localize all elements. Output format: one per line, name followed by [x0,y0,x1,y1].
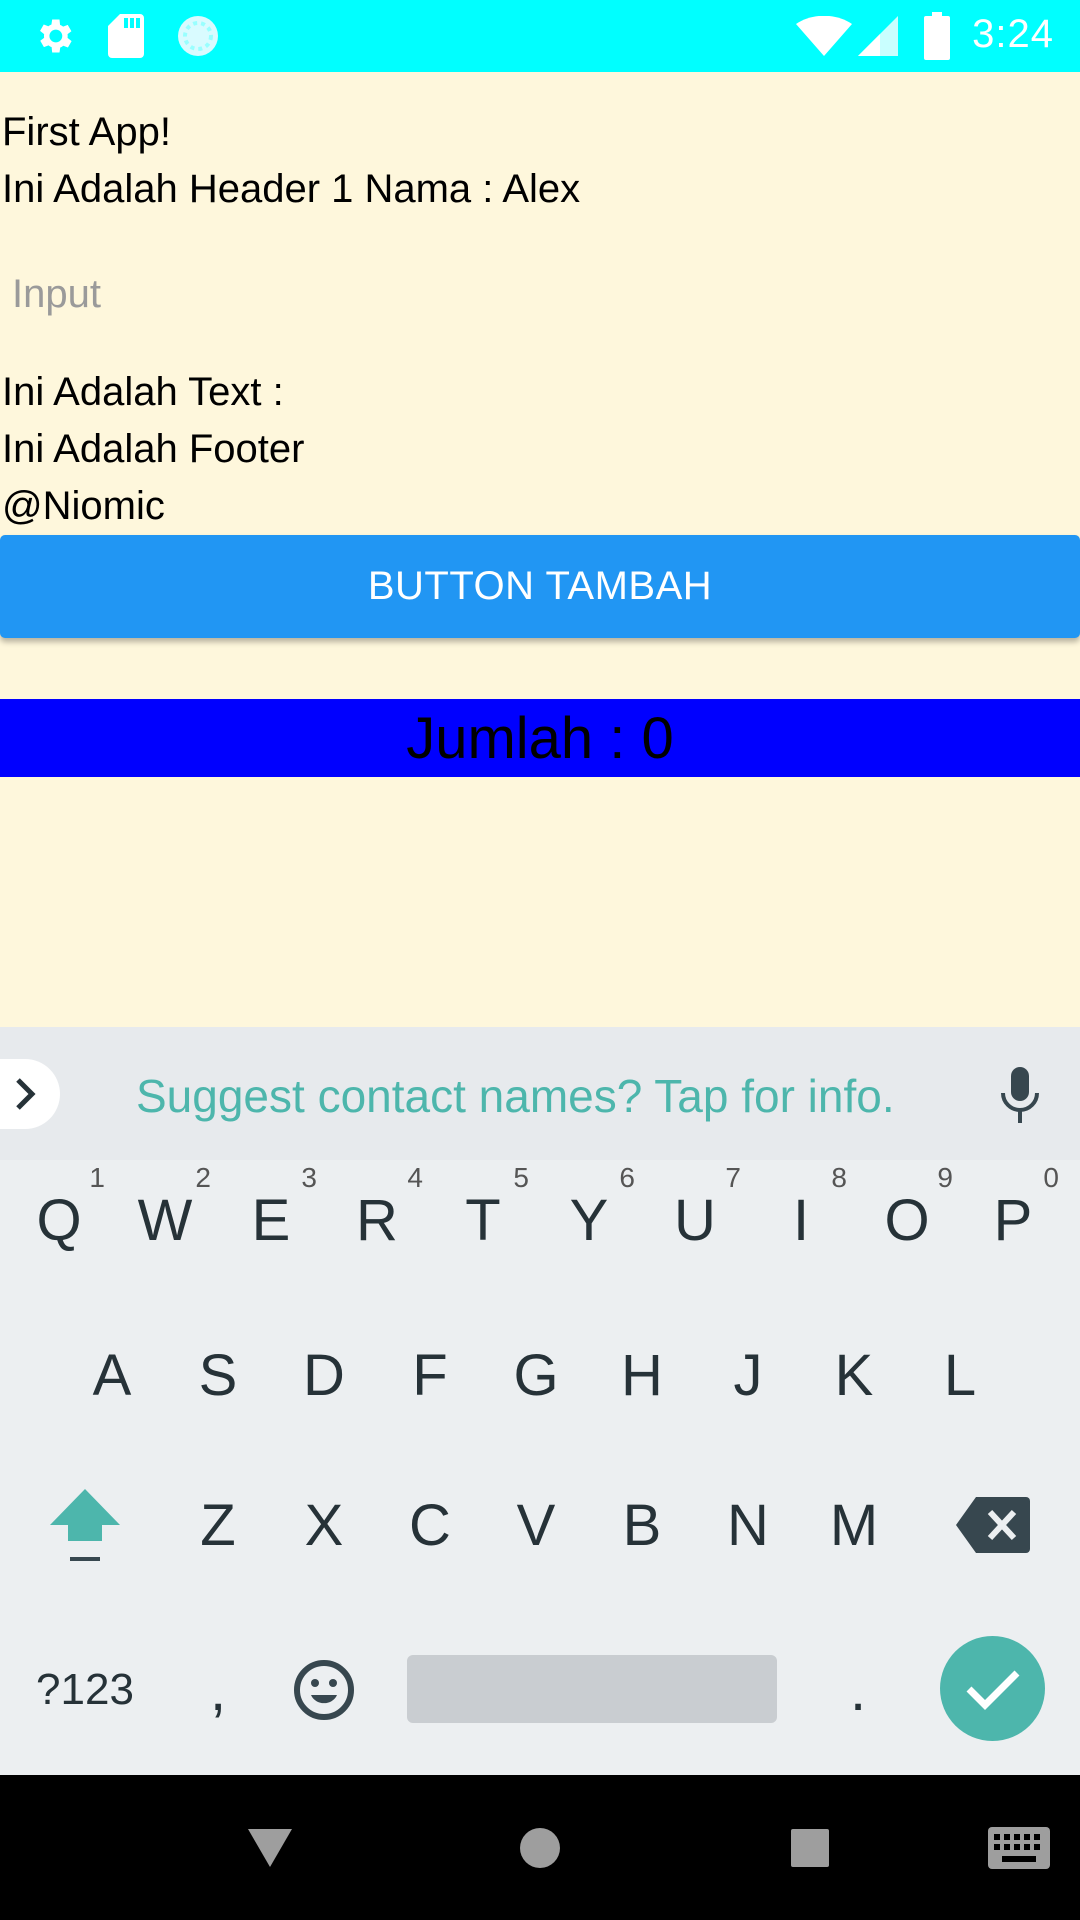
key-hint: 2 [195,1162,211,1193]
header-text: Ini Adalah Header 1 Nama : Alex [2,167,581,211]
suggestion-text[interactable]: Suggest contact names? Tap for info. [136,1069,895,1123]
key-i[interactable]: I8 [751,1160,851,1280]
key-label: P [993,1187,1033,1253]
key-h[interactable]: H [592,1315,692,1435]
credit-text: @Niomic [2,484,165,528]
counter-bar: Jumlah : 0 [0,699,1080,777]
key-label: I [792,1187,810,1253]
key-t[interactable]: T5 [433,1160,533,1280]
key-label: T [465,1187,501,1253]
key-s[interactable]: S [168,1315,268,1435]
status-time: 3:24 [972,12,1054,56]
key-label: Y [569,1187,609,1253]
back-icon[interactable] [248,1829,292,1869]
keyboard: Q1 W2 E3 R4 T5 Y6 U7 I8 O9 P0 A S D F G … [0,1160,1080,1775]
key-b[interactable]: B [592,1465,692,1585]
key-a[interactable]: A [62,1315,162,1435]
counter-text: Jumlah : 0 [406,705,674,771]
comma-key[interactable]: , [168,1630,268,1750]
key-label: U [674,1187,716,1253]
symbols-key[interactable]: ?123 [35,1630,135,1750]
settings-icon [40,19,72,53]
key-label: Q [36,1187,82,1253]
key-c[interactable]: C [380,1465,480,1585]
text-input[interactable] [12,258,1062,330]
key-r[interactable]: R4 [327,1160,427,1280]
chevron-right-icon [16,1078,36,1110]
sd-card-icon [108,14,144,58]
app-title: First App! [2,110,171,154]
home-icon[interactable] [519,1827,561,1869]
keyboard-switch-icon[interactable] [988,1827,1050,1869]
key-y[interactable]: Y6 [539,1160,639,1280]
keyboard-suggestion-bar: Suggest contact names? Tap for info. [0,1027,1080,1160]
tambah-button[interactable]: BUTTON TAMBAH [0,535,1080,638]
key-e[interactable]: E3 [221,1160,321,1280]
key-x[interactable]: X [274,1465,374,1585]
key-l[interactable]: L [910,1315,1010,1435]
key-hint: 6 [619,1162,635,1193]
key-hint: 9 [937,1162,953,1193]
key-d[interactable]: D [274,1315,374,1435]
battery-icon [924,12,950,60]
expand-toolbar-button[interactable] [0,1059,60,1129]
key-k[interactable]: K [804,1315,904,1435]
key-z[interactable]: Z [168,1465,268,1585]
key-hint: 3 [301,1162,317,1193]
key-hint: 8 [831,1162,847,1193]
key-hint: 1 [89,1162,105,1193]
key-o[interactable]: O9 [857,1160,957,1280]
check-icon [966,1670,1019,1710]
key-hint: 4 [407,1162,423,1193]
footer-text: Ini Adalah Footer [2,427,305,471]
key-m[interactable]: M [804,1465,904,1585]
key-u[interactable]: U7 [645,1160,745,1280]
microphone-icon[interactable] [998,1067,1042,1125]
space-key[interactable] [407,1655,777,1723]
text-line: Ini Adalah Text : [2,370,284,414]
key-hint: 7 [725,1162,741,1193]
key-q[interactable]: Q1 [9,1160,109,1280]
backspace-icon [956,1497,1030,1553]
key-hint: 5 [513,1162,529,1193]
key-hint: 0 [1043,1162,1059,1193]
shift-icon [50,1489,120,1561]
shift-key[interactable] [35,1465,135,1585]
key-label: W [137,1187,193,1253]
done-key[interactable] [940,1636,1045,1741]
key-v[interactable]: V [486,1465,586,1585]
app-content: First App! Ini Adalah Header 1 Nama : Al… [0,72,1080,1027]
key-p[interactable]: P0 [963,1160,1063,1280]
sync-circle-icon [178,16,218,56]
wifi-icon [796,16,852,56]
emoji-icon [294,1660,354,1720]
cell-signal-icon [858,16,898,56]
recents-icon[interactable] [791,1829,829,1867]
key-label: R [356,1187,398,1253]
key-label: E [251,1187,291,1253]
navigation-bar [0,1775,1080,1920]
key-label: O [884,1187,930,1253]
key-f[interactable]: F [380,1315,480,1435]
key-j[interactable]: J [698,1315,798,1435]
backspace-key[interactable] [943,1465,1043,1585]
period-key[interactable]: . [808,1630,908,1750]
key-w[interactable]: W2 [115,1160,215,1280]
status-bar: 3:24 [0,0,1080,72]
emoji-key[interactable] [274,1630,374,1750]
key-n[interactable]: N [698,1465,798,1585]
key-g[interactable]: G [486,1315,586,1435]
